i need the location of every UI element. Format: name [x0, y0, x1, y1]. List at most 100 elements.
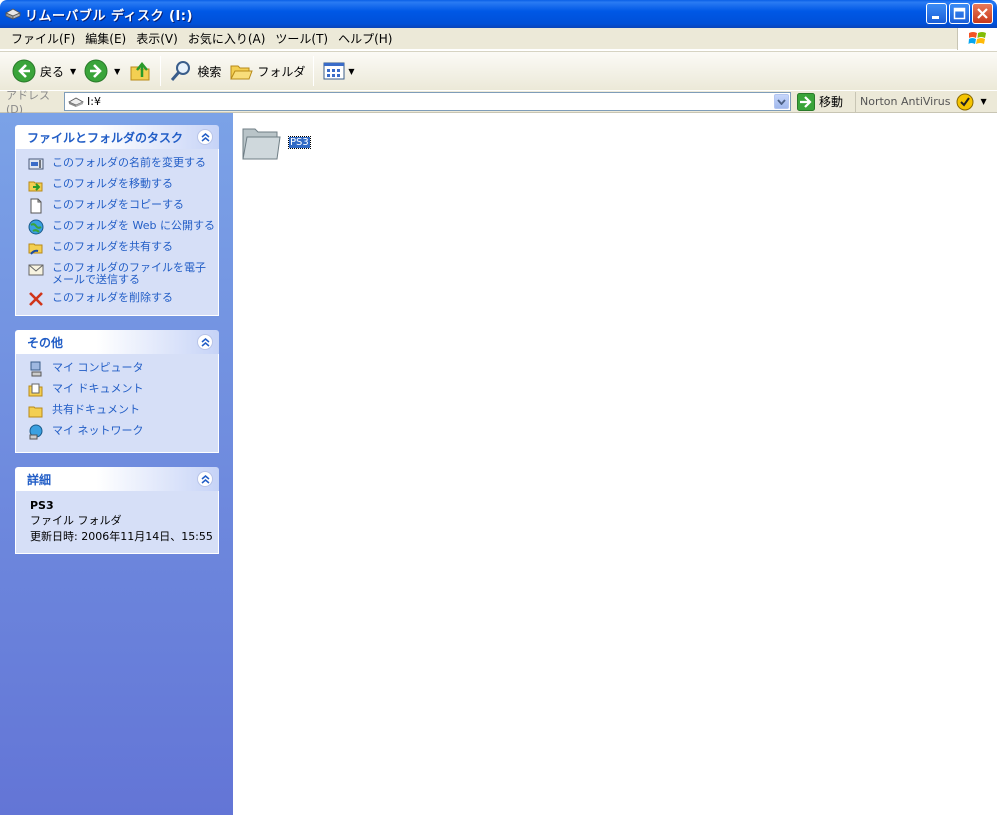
folder-name: PS3 [288, 135, 311, 149]
folders-icon [230, 65, 254, 80]
address-input[interactable]: I:¥ [64, 92, 791, 111]
forward-button[interactable]: ▼ [80, 56, 124, 86]
detail-type: ファイル フォルダ [30, 514, 122, 527]
search-button[interactable]: 検索 [165, 56, 225, 86]
panel-body: このフォルダの名前を変更する このフォルダを移動する このフォルダをコピーする … [15, 149, 219, 316]
link-label: マイ ドキュメント [52, 382, 144, 395]
close-icon [977, 8, 988, 19]
standard-toolbar: 戻る ▼ ▼ 検索 フォルダ ▼ [0, 51, 997, 90]
views-button[interactable]: ▼ [318, 56, 358, 86]
copy-icon [30, 198, 42, 214]
folder-contents-view[interactable]: PS3 [233, 113, 997, 815]
minimize-icon [932, 16, 939, 19]
search-icon [171, 61, 191, 81]
norton-shield-icon [956, 93, 974, 110]
panel-title: その他 [27, 335, 64, 350]
menu-view[interactable]: 表示(V) [131, 29, 183, 49]
task-email-files[interactable]: このフォルダのファイルを電子メールで送信する [28, 260, 218, 286]
detail-name: PS3 [30, 499, 54, 512]
panel-header[interactable]: ファイルとフォルダのタスク [15, 125, 219, 149]
go-arrow-icon [797, 92, 815, 111]
other-places-panel: その他 マイ コンピュータ マイ ドキュメント 共有ドキュメント マイ ネットワ… [15, 330, 219, 453]
task-label: このフォルダをコピーする [52, 198, 184, 211]
folder-icon [242, 128, 281, 160]
my-computer-icon [30, 361, 42, 377]
maximize-icon [953, 7, 966, 20]
collapse-button[interactable] [197, 334, 213, 350]
title-bar[interactable]: リムーバブル ディスク (I:) [0, 0, 997, 28]
detail-modified: 更新日時: 2006年11月14日、15:55 [30, 530, 213, 543]
forward-dropdown-icon[interactable]: ▼ [114, 67, 120, 76]
link-my-computer[interactable]: マイ コンピュータ [28, 360, 218, 377]
toolbar-separator [160, 56, 162, 86]
go-button[interactable]: 移動 [797, 92, 843, 111]
folders-button[interactable]: フォルダ [225, 56, 309, 86]
back-arrow-icon [12, 59, 36, 83]
toolbar-separator [313, 56, 315, 86]
task-pane: ファイルとフォルダのタスク このフォルダの名前を変更する このフォルダを移動する [0, 113, 233, 815]
task-share-folder[interactable]: このフォルダを共有する [28, 239, 218, 256]
panel-header[interactable]: その他 [15, 330, 219, 354]
email-icon [28, 264, 44, 276]
address-dropdown-button[interactable] [774, 94, 789, 109]
norton-label: Norton AntiVirus [860, 95, 951, 108]
link-my-documents[interactable]: マイ ドキュメント [28, 381, 218, 398]
panel-title: ファイルとフォルダのタスク [27, 130, 184, 145]
task-delete-folder[interactable]: このフォルダを削除する [28, 290, 218, 307]
task-label: このフォルダを共有する [52, 240, 173, 253]
link-shared-documents[interactable]: 共有ドキュメント [28, 402, 218, 419]
my-network-icon [29, 424, 43, 440]
removable-drive-icon [68, 97, 84, 107]
move-icon [28, 181, 43, 192]
search-label: 検索 [197, 64, 222, 79]
task-label: このフォルダのファイルを電子メールで送信する [52, 261, 206, 286]
menu-edit[interactable]: 編集(E) [80, 29, 131, 49]
task-publish-web[interactable]: このフォルダを Web に公開する [28, 218, 218, 235]
task-label: このフォルダを移動する [52, 177, 173, 190]
task-label: このフォルダの名前を変更する [52, 156, 206, 169]
menu-tools[interactable]: ツール(T) [270, 29, 333, 49]
up-folder-icon [130, 62, 150, 81]
maximize-button[interactable] [949, 3, 970, 24]
windows-logo [957, 28, 997, 50]
norton-dropdown-icon[interactable]: ▼ [980, 97, 986, 106]
my-documents-icon [28, 383, 43, 397]
task-move-folder[interactable]: このフォルダを移動する [28, 176, 218, 193]
back-dropdown-icon[interactable]: ▼ [70, 67, 76, 76]
views-icon [323, 62, 345, 80]
details-panel: 詳細 PS3 ファイル フォルダ 更新日時: 2006年11月14日、15:55 [15, 467, 219, 554]
up-folder-button[interactable] [124, 56, 156, 86]
menu-file[interactable]: ファイル(F) [6, 29, 80, 49]
share-icon [28, 243, 43, 255]
windows-flag-icon [968, 32, 986, 44]
views-dropdown-icon[interactable]: ▼ [348, 67, 354, 76]
shared-documents-icon [28, 406, 43, 418]
chevron-down-icon [777, 98, 786, 105]
file-folder-tasks-panel: ファイルとフォルダのタスク このフォルダの名前を変更する このフォルダを移動する [15, 125, 219, 316]
task-label: このフォルダを Web に公開する [52, 219, 215, 232]
minimize-button[interactable] [926, 3, 947, 24]
collapse-button[interactable] [197, 129, 213, 145]
publish-web-icon [28, 219, 44, 235]
window-title: リムーバブル ディスク (I:) [25, 8, 193, 24]
task-label: このフォルダを削除する [52, 291, 173, 304]
panel-title: 詳細 [27, 472, 52, 487]
back-button[interactable]: 戻る ▼ [8, 56, 80, 86]
folders-label: フォルダ [257, 64, 306, 79]
forward-arrow-icon [84, 59, 108, 83]
task-copy-folder[interactable]: このフォルダをコピーする [28, 197, 218, 214]
link-label: 共有ドキュメント [52, 403, 140, 416]
rename-icon [28, 158, 44, 170]
folder-item[interactable]: PS3 [241, 123, 311, 161]
collapse-button[interactable] [197, 471, 213, 487]
menu-help[interactable]: ヘルプ(H) [333, 29, 397, 49]
norton-antivirus-toolbar[interactable]: Norton AntiVirus ▼ [855, 91, 987, 112]
panel-body: マイ コンピュータ マイ ドキュメント 共有ドキュメント マイ ネットワーク [15, 354, 219, 453]
panel-header[interactable]: 詳細 [15, 467, 219, 491]
menu-favorites[interactable]: お気に入り(A) [183, 29, 271, 49]
menu-bar: ファイル(F) 編集(E) 表示(V) お気に入り(A) ツール(T) ヘルプ(… [0, 28, 997, 50]
chevron-up-double-icon [201, 132, 209, 142]
close-button[interactable] [972, 3, 993, 24]
link-my-network[interactable]: マイ ネットワーク [28, 423, 218, 440]
task-rename-folder[interactable]: このフォルダの名前を変更する [28, 155, 218, 172]
